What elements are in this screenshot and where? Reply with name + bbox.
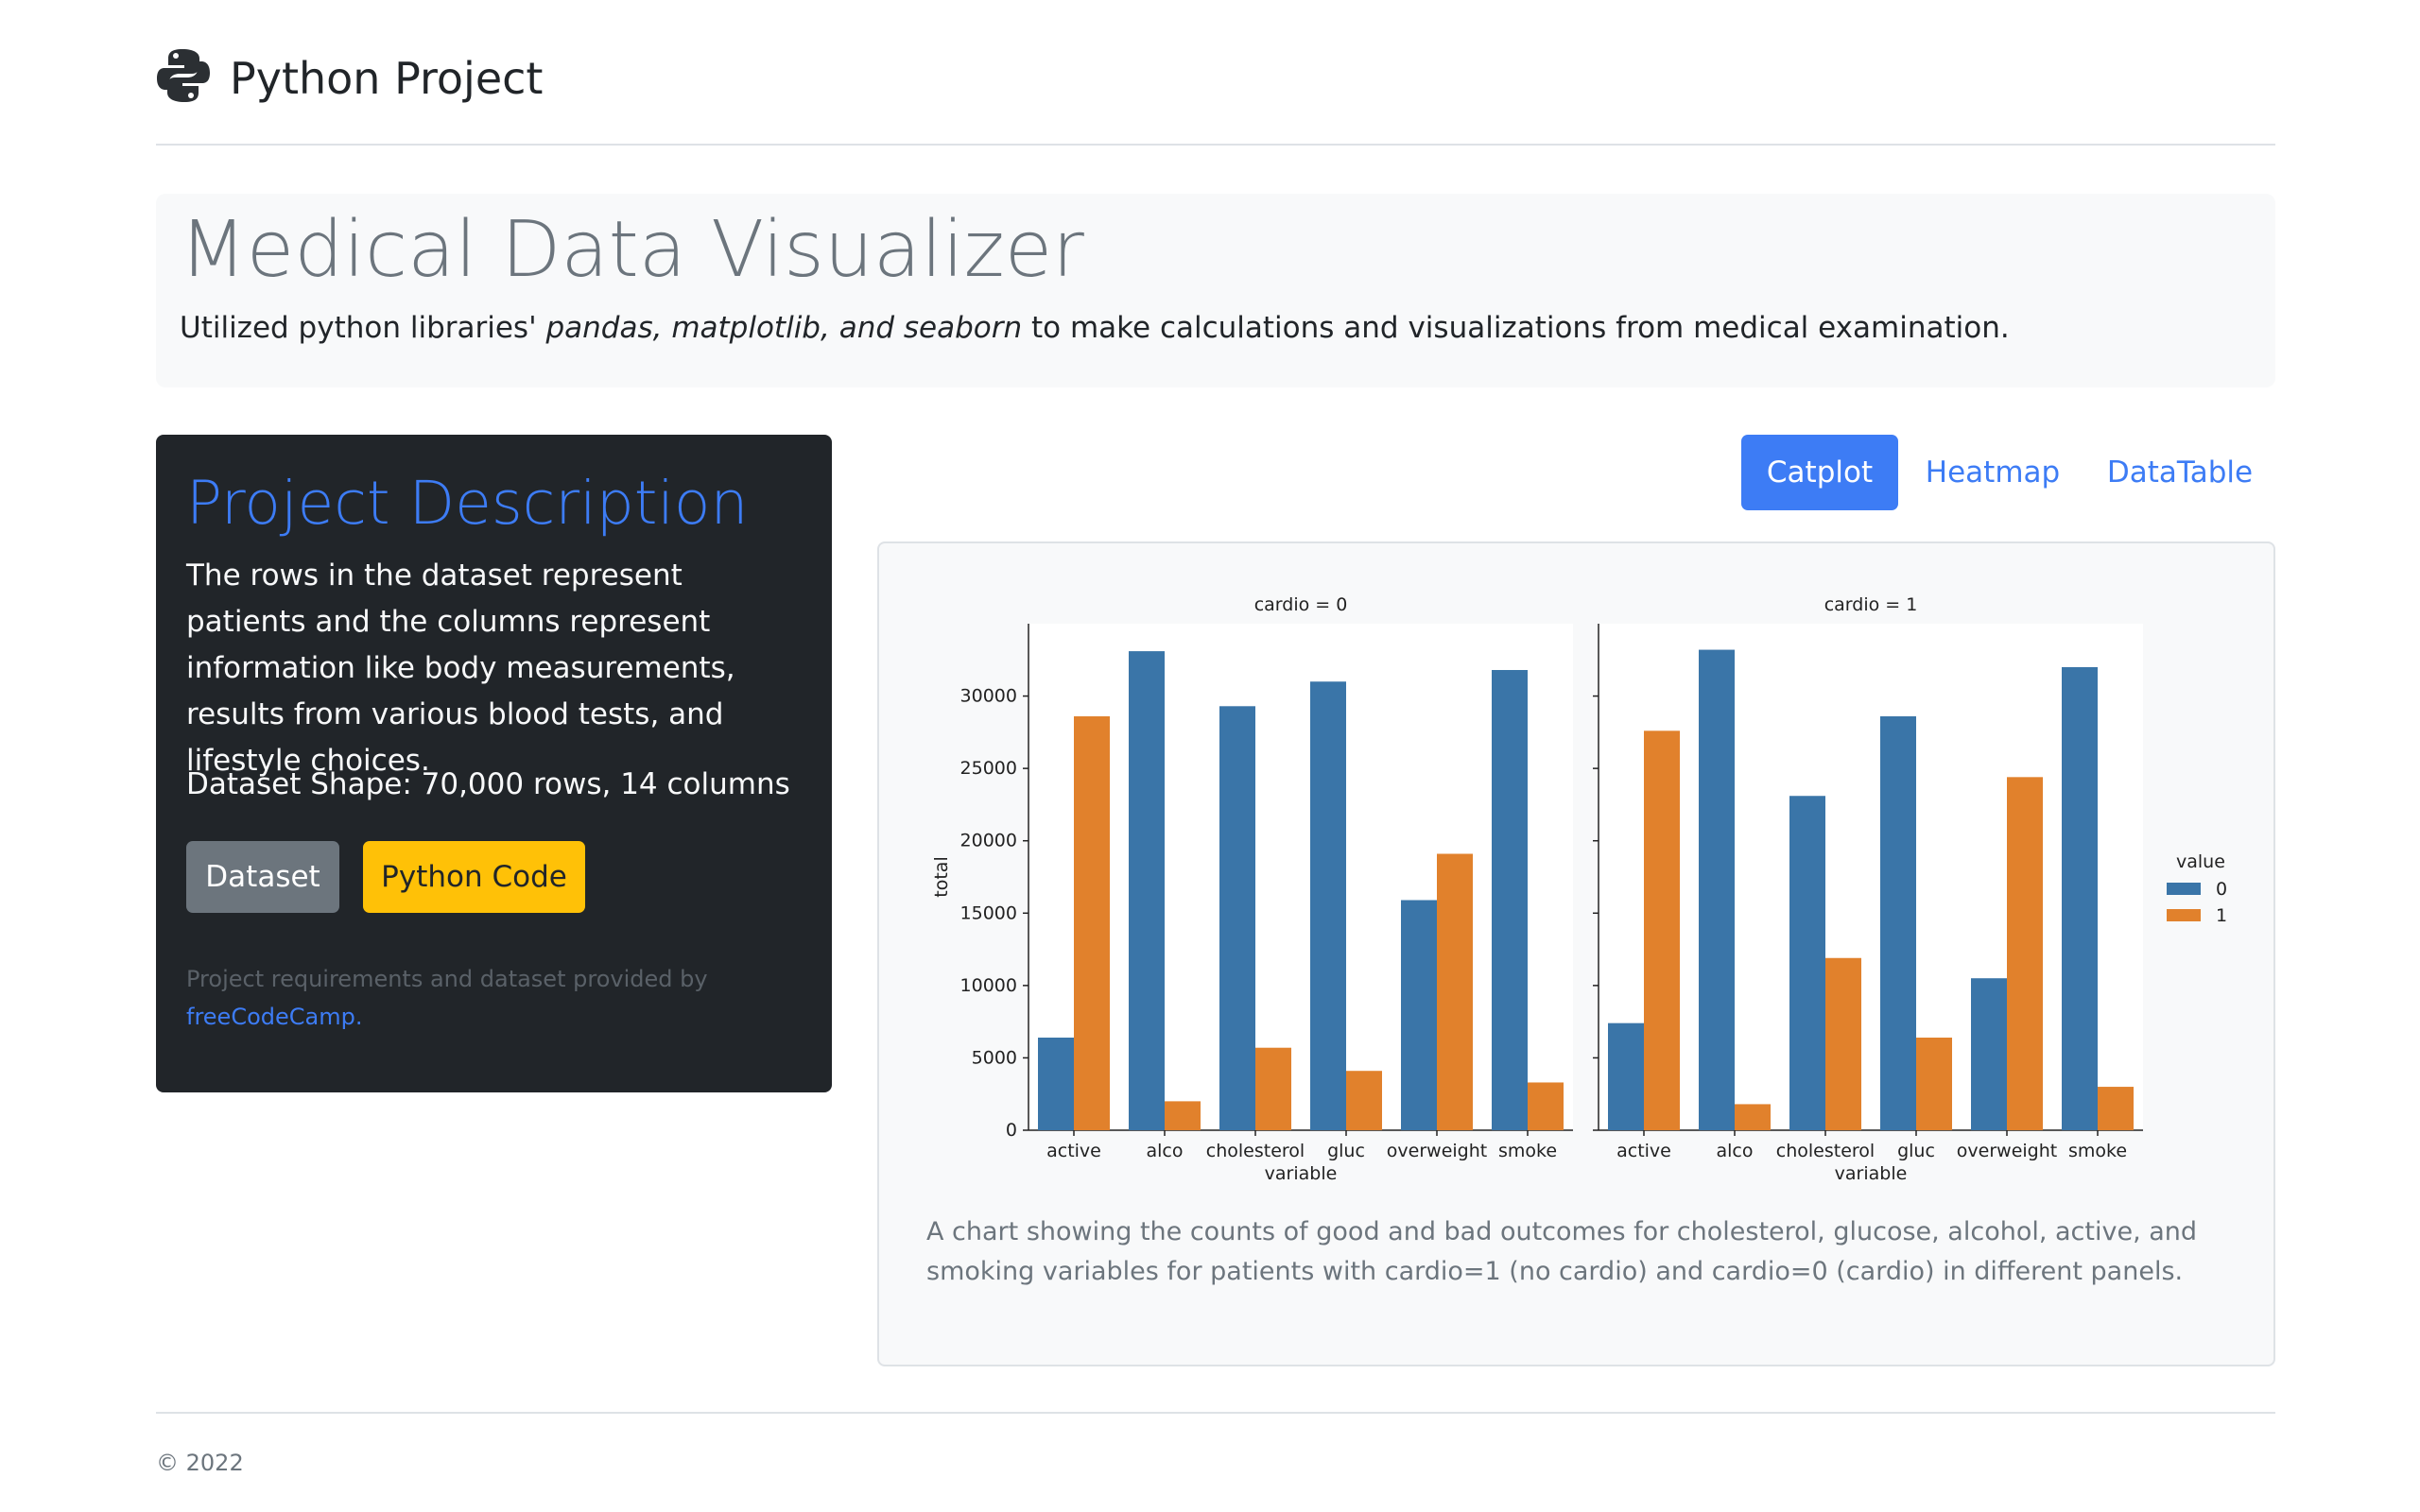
bar-overweight-value-1 xyxy=(2007,777,2043,1130)
bar-smoke-value-0 xyxy=(1492,670,1528,1130)
x-tick-label: overweight xyxy=(1387,1141,1487,1161)
chart-panel: cardio = 0 0 5000 10000 15000 20000 25000 30000… xyxy=(877,541,2275,1366)
card-title: Project Description xyxy=(186,469,749,538)
bar-cholesterol-value-0 xyxy=(1219,706,1255,1130)
x-axis-label: variable xyxy=(1265,1163,1338,1184)
legend-label-0: 0 xyxy=(2216,879,2227,900)
bar-alco-value-0 xyxy=(1699,649,1735,1130)
lead-libraries: pandas, matplotlib, and seaborn xyxy=(545,311,1023,345)
x-tick-label: smoke xyxy=(1498,1141,1557,1161)
python-logo-icon[interactable] xyxy=(156,47,211,104)
x-tick-label: active xyxy=(1046,1141,1101,1161)
x-tick-label: overweight xyxy=(1957,1141,2057,1161)
panel-title: cardio = 1 xyxy=(1824,594,1918,615)
bar-gluc-value-0 xyxy=(1310,681,1346,1130)
bar-gluc-value-1 xyxy=(1346,1071,1382,1130)
catplot-chart: cardio = 0 0 5000 10000 15000 20000 25000 30000… xyxy=(931,594,2227,1184)
brand-title[interactable]: Python Project xyxy=(230,53,543,104)
dataset-shape: Dataset Shape: 70,000 rows, 14 columns xyxy=(186,767,790,801)
bar-smoke-value-1 xyxy=(2098,1087,2134,1130)
footer-divider xyxy=(156,1412,2275,1414)
bar-cholesterol-value-1 xyxy=(1255,1047,1291,1130)
hero-banner: Medical Data Visualizer Utilized python … xyxy=(156,194,2275,387)
legend-label-1: 1 xyxy=(2216,905,2227,926)
bar-cholesterol-value-0 xyxy=(1789,796,1825,1130)
freecodecamp-link[interactable]: freeCodeCamp. xyxy=(186,1004,362,1030)
site-header: Python Project xyxy=(156,45,2275,146)
plot-area xyxy=(1028,624,1573,1130)
x-tick-label: alco xyxy=(1147,1141,1184,1161)
x-tick-label: gluc xyxy=(1897,1141,1935,1161)
x-tick-label: active xyxy=(1616,1141,1671,1161)
legend-swatch-0 xyxy=(2167,883,2201,895)
card-description: The rows in the dataset represent patien… xyxy=(186,558,735,778)
x-tick-label: smoke xyxy=(2068,1141,2127,1161)
page-subtitle: Utilized python libraries' pandas, matpl… xyxy=(180,311,2010,345)
lead-suffix: to make calculations and visualizations … xyxy=(1022,311,2010,345)
x-tick-label: gluc xyxy=(1327,1141,1365,1161)
legend-swatch-1 xyxy=(2167,909,2201,921)
y-axis-label: total xyxy=(931,856,952,897)
card-credit: Project requirements and dataset provide… xyxy=(186,960,772,1036)
bar-active-value-1 xyxy=(1644,730,1680,1130)
python-code-button[interactable]: Python Code xyxy=(363,841,585,913)
bar-smoke-value-0 xyxy=(2062,666,2098,1130)
y-tick-label: 0 xyxy=(1006,1120,1017,1141)
bar-overweight-value-1 xyxy=(1437,853,1473,1130)
tab-catplot[interactable]: Catplot xyxy=(1741,435,1898,510)
project-description-card: Project Description The rows in the data… xyxy=(156,435,832,1092)
bar-smoke-value-1 xyxy=(1528,1082,1564,1130)
chart-caption: A chart showing the counts of good and b… xyxy=(926,1217,2198,1286)
bar-active-value-0 xyxy=(1608,1022,1644,1130)
page-title: Medical Data Visualizer xyxy=(180,205,1084,295)
tab-datatable[interactable]: DataTable xyxy=(2087,435,2273,510)
bar-overweight-value-0 xyxy=(1401,900,1437,1130)
bar-cholesterol-value-1 xyxy=(1825,957,1861,1130)
copyright: © 2022 xyxy=(156,1450,244,1476)
bar-overweight-value-0 xyxy=(1971,978,2007,1130)
x-axis-label: variable xyxy=(1835,1163,1908,1184)
x-tick-label: cholesterol xyxy=(1776,1141,1875,1161)
panel-title: cardio = 0 xyxy=(1254,594,1348,615)
y-tick-label: 25000 xyxy=(960,758,1017,779)
y-tick-label: 15000 xyxy=(960,902,1017,923)
x-tick-label: alco xyxy=(1717,1141,1754,1161)
y-tick-label: 30000 xyxy=(960,686,1017,707)
credit-text: Project requirements and dataset provide… xyxy=(186,966,708,992)
y-tick-label: 5000 xyxy=(972,1047,1017,1068)
y-tick-label: 20000 xyxy=(960,831,1017,851)
dataset-button[interactable]: Dataset xyxy=(186,841,339,913)
plot-area xyxy=(1599,624,2143,1130)
x-tick-label: cholesterol xyxy=(1206,1141,1305,1161)
y-tick-label: 10000 xyxy=(960,975,1017,996)
bar-gluc-value-0 xyxy=(1880,716,1916,1130)
legend-title: value xyxy=(2176,851,2225,872)
bar-alco-value-1 xyxy=(1165,1101,1201,1130)
bar-gluc-value-1 xyxy=(1916,1037,1952,1130)
bar-alco-value-1 xyxy=(1735,1104,1771,1130)
bar-active-value-1 xyxy=(1074,716,1110,1130)
bar-active-value-0 xyxy=(1038,1037,1074,1130)
bar-alco-value-0 xyxy=(1129,651,1165,1130)
lead-prefix: Utilized python libraries' xyxy=(180,311,546,345)
tab-heatmap[interactable]: Heatmap xyxy=(1908,435,2078,510)
